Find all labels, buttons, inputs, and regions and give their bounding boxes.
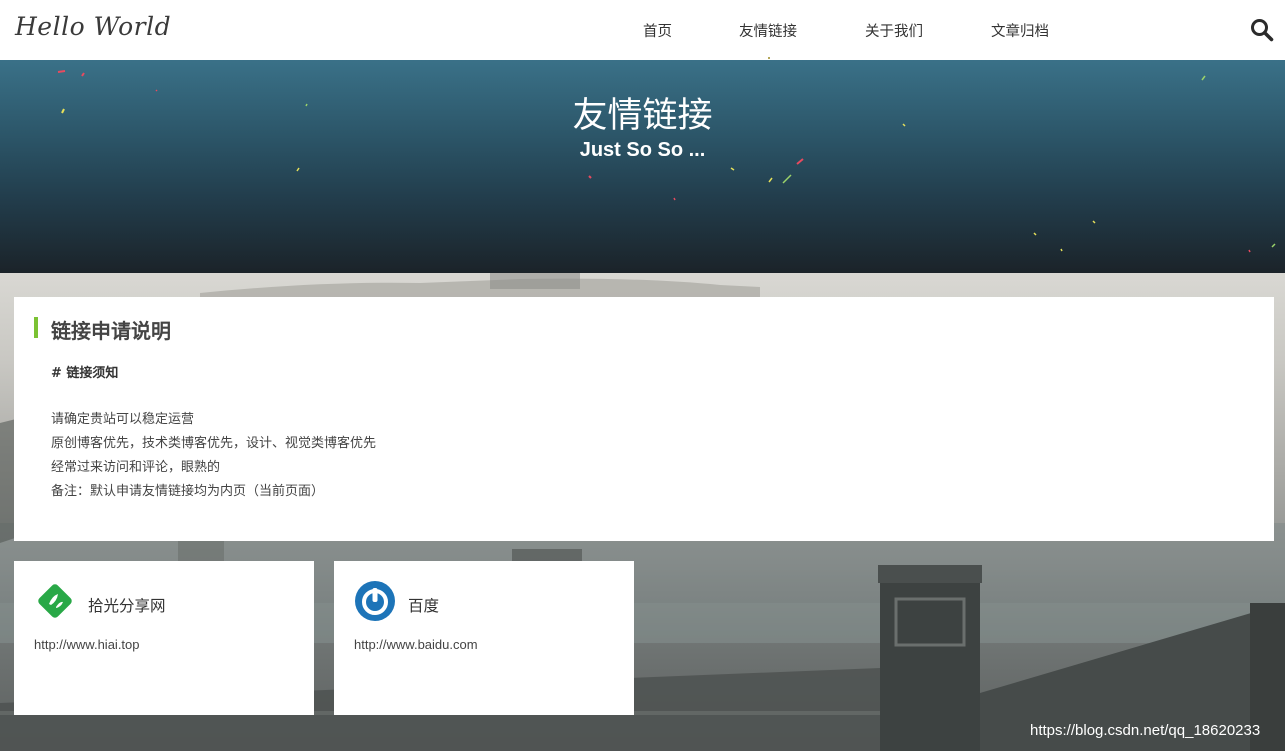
notice-line: 请确定贵站可以稳定运营 xyxy=(51,412,195,427)
nav-item-friend-links[interactable]: 友情链接 xyxy=(739,20,797,41)
nav-item-home[interactable]: 首页 xyxy=(643,20,672,41)
page-title: 友情链接 xyxy=(572,96,713,136)
friend-link-card-hiai[interactable]: 拾光分享网 http://www.hiai.top xyxy=(14,561,314,715)
hiai-logo-icon xyxy=(38,584,72,618)
page-subtitle: Just So So ... xyxy=(579,139,706,161)
friend-link-name: 百度 xyxy=(408,597,440,615)
notice-line: 原创博客优先，技术类博客优先，设计、视觉类博客优先 xyxy=(51,436,377,451)
search-icon xyxy=(1251,19,1274,42)
hero-banner: 友情链接 Just So So ... xyxy=(0,60,1285,273)
active-nav-indicator xyxy=(768,57,770,59)
notice-line: 备注：默认申请友情链接均为内页（当前页面） xyxy=(51,484,325,499)
link-application-panel: 链接申请说明 # 链接须知 请确定贵站可以稳定运营 原创博客优先，技术类博客优先… xyxy=(14,297,1274,541)
notice-line: 经常过来访问和评论，眼熟的 xyxy=(51,460,221,475)
nav-item-about-us[interactable]: 关于我们 xyxy=(865,20,923,41)
top-navbar: Hello World 首页 友情链接 关于我们 文章归档 xyxy=(0,0,1285,60)
notice-heading: # 链接须知 xyxy=(51,366,119,381)
friend-link-name: 拾光分享网 xyxy=(88,597,166,615)
baidu-logo-icon xyxy=(355,581,395,621)
section-title: 链接申请说明 xyxy=(51,319,171,343)
friend-link-card-baidu[interactable]: 百度 http://www.baidu.com xyxy=(334,561,634,715)
friend-link-url[interactable]: http://www.hiai.top xyxy=(34,637,140,652)
section-accent-bar xyxy=(34,317,38,338)
source-watermark: https://blog.csdn.net/qq_18620233 xyxy=(1030,722,1261,739)
search-button[interactable] xyxy=(1250,18,1274,42)
friend-link-url[interactable]: http://www.baidu.com xyxy=(354,637,478,652)
site-logo[interactable]: Hello World xyxy=(15,12,171,41)
nav-item-archive[interactable]: 文章归档 xyxy=(991,20,1049,41)
